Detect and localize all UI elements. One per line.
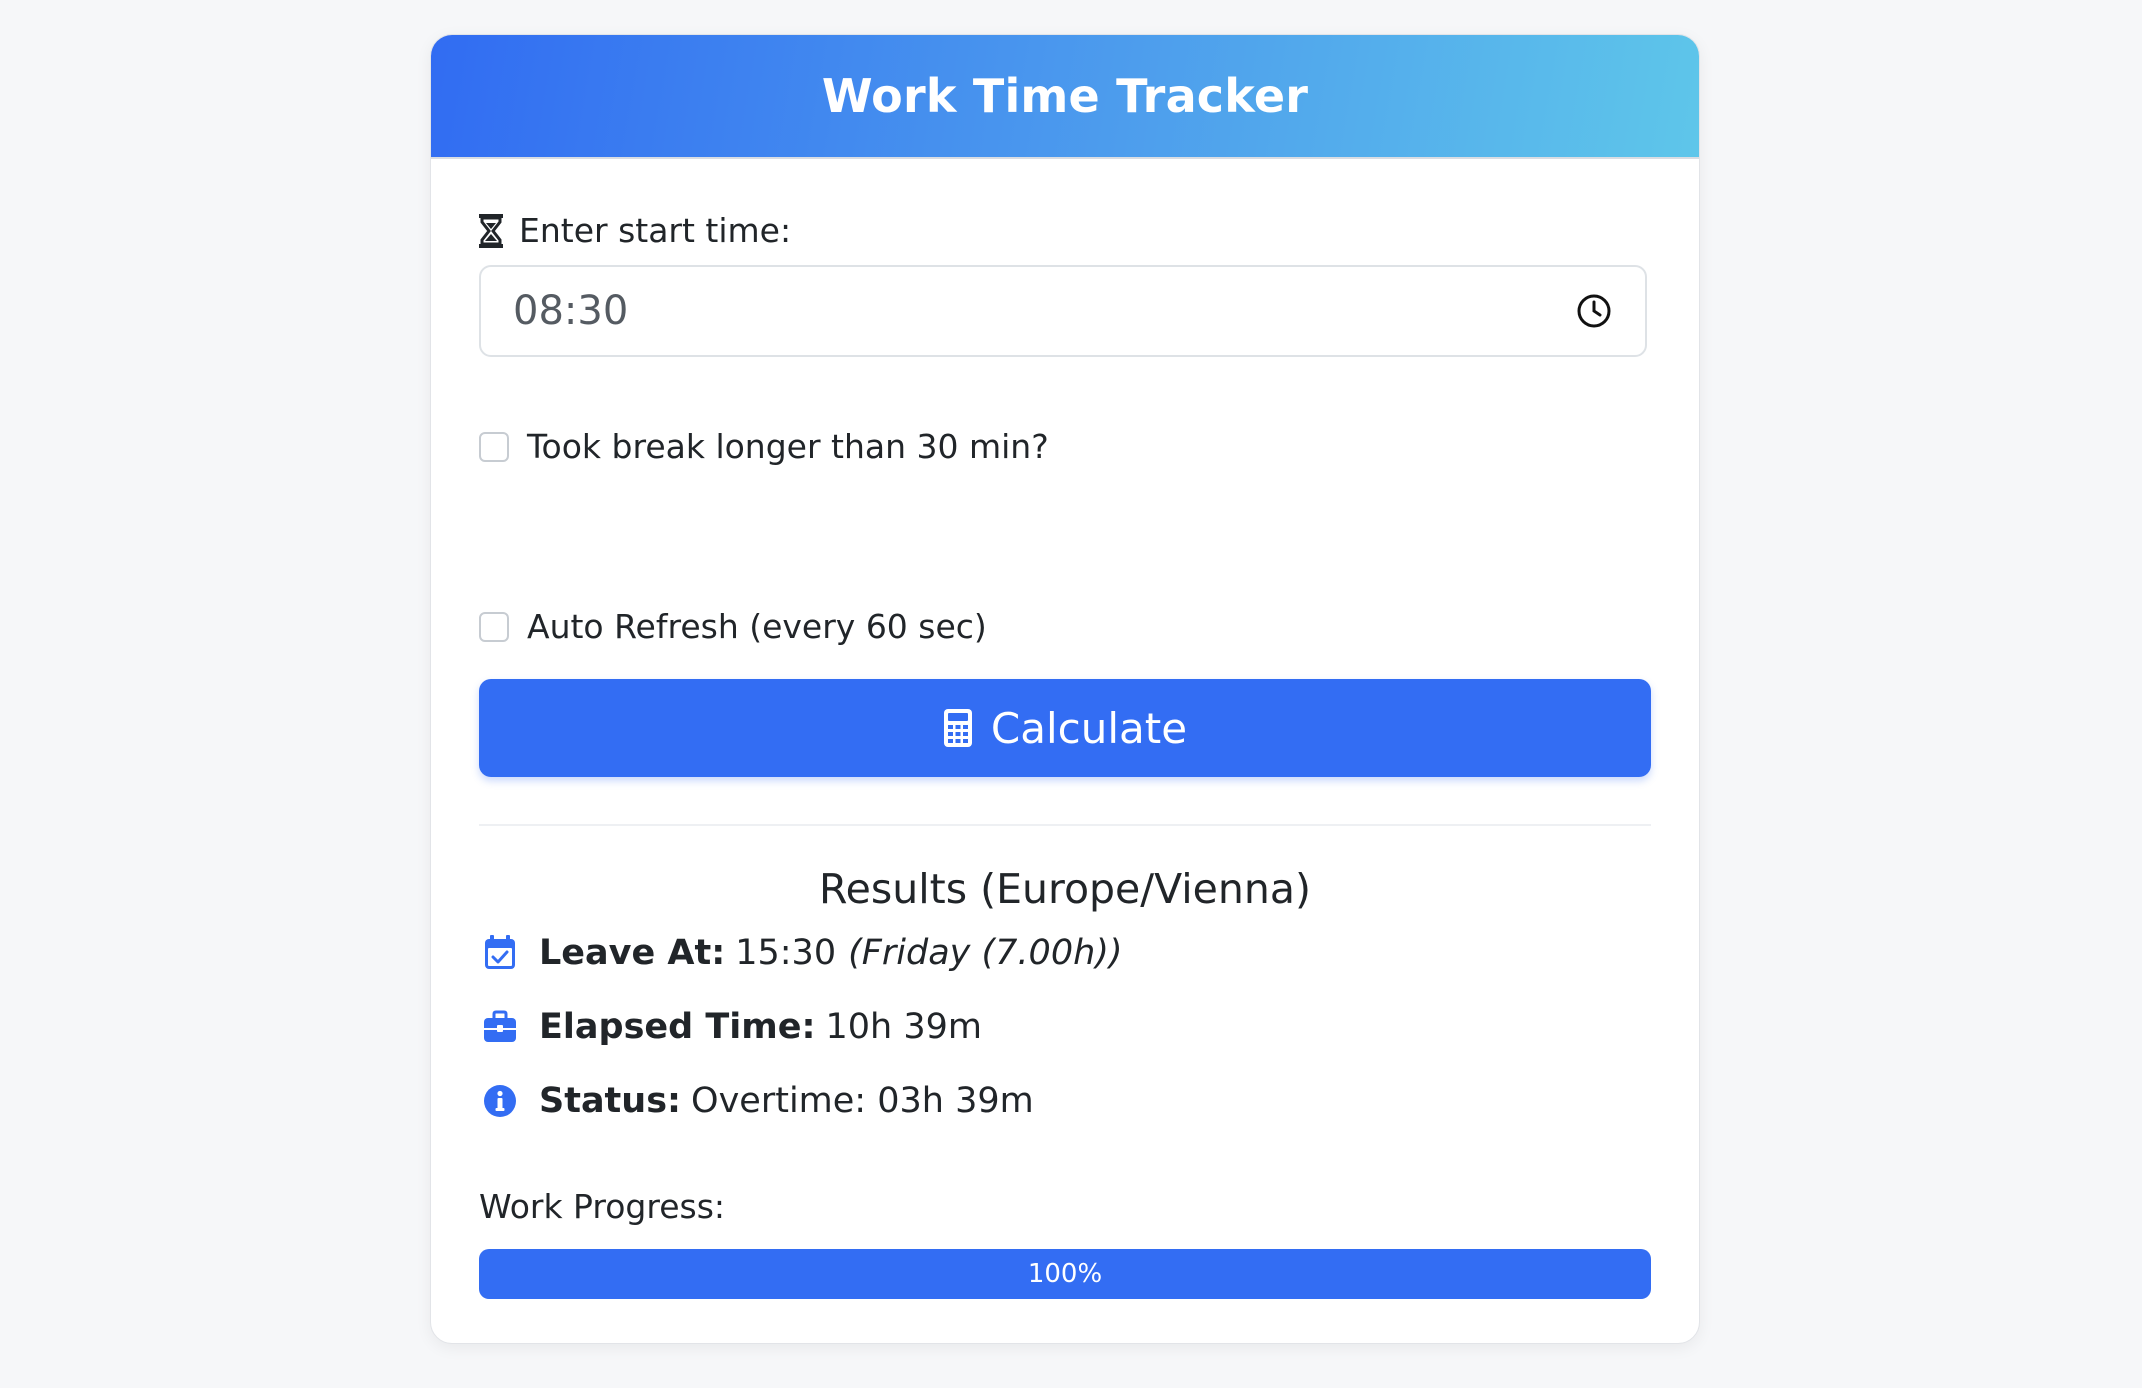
elapsed-time-value: 10h 39m — [825, 1007, 982, 1047]
work-time-tracker-card: Work Time Tracker Enter start time: 08:3… — [430, 34, 1700, 1344]
start-time-input[interactable]: 08:30 — [479, 265, 1647, 357]
start-time-label: Enter start time: — [479, 211, 791, 250]
auto-refresh-checkbox[interactable] — [479, 611, 509, 642]
long-break-option[interactable]: Took break longer than 30 min? — [479, 427, 1049, 466]
hourglass-icon — [479, 213, 503, 248]
calculator-icon — [943, 708, 973, 748]
leave-at-row: Leave At: 15:30 (Friday (7.00h)) — [483, 933, 1123, 973]
work-progress-label: Work Progress: — [479, 1187, 726, 1226]
calculate-button-label: Calculate — [990, 703, 1188, 753]
elapsed-time-label: Elapsed Time: — [539, 1007, 816, 1047]
start-time-label-text: Enter start time: — [519, 211, 792, 250]
status-value: Overtime: 03h 39m — [691, 1081, 1034, 1121]
leave-at-value: 15:30 — [735, 933, 837, 973]
work-progress-bar: 100% — [479, 1249, 1651, 1299]
leave-at-label: Leave At: — [539, 933, 726, 973]
work-progress-fill: 100% — [479, 1249, 1651, 1299]
long-break-checkbox[interactable] — [479, 431, 509, 462]
auto-refresh-label: Auto Refresh (every 60 sec) — [527, 607, 987, 646]
results-title: Results (Europe/Vienna) — [819, 865, 1311, 913]
clock-icon[interactable] — [1575, 292, 1613, 330]
card-header: Work Time Tracker — [431, 35, 1699, 159]
page-title: Work Time Tracker — [821, 69, 1309, 123]
long-break-label: Took break longer than 30 min? — [527, 427, 1049, 466]
calculate-button[interactable]: Calculate — [479, 679, 1651, 777]
info-icon — [483, 1083, 517, 1119]
status-row: Status: Overtime: 03h 39m — [483, 1081, 1034, 1121]
auto-refresh-option[interactable]: Auto Refresh (every 60 sec) — [479, 607, 987, 646]
leave-at-note: (Friday (7.00h)) — [848, 933, 1123, 973]
work-progress-text: 100% — [1027, 1259, 1103, 1289]
results-divider — [479, 824, 1651, 826]
elapsed-time-row: Elapsed Time: 10h 39m — [483, 1007, 982, 1047]
briefcase-icon — [483, 1009, 517, 1045]
calendar-check-icon — [483, 935, 517, 971]
start-time-value: 08:30 — [513, 288, 629, 334]
status-label: Status: — [539, 1081, 682, 1121]
